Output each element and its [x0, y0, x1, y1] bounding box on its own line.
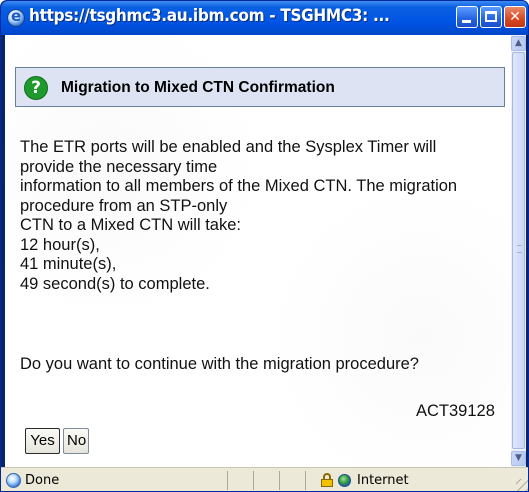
dialog-title: Migration to Mixed CTN Confirmation	[61, 79, 335, 96]
message-line: provide the necessary time	[20, 157, 218, 176]
close-button[interactable]: ✕	[504, 6, 526, 28]
maximize-button[interactable]	[480, 6, 502, 28]
question-icon: ?	[24, 76, 48, 100]
chevron-down-icon: ▼	[515, 453, 522, 463]
globe-icon	[338, 474, 351, 487]
message-line: 49 second(s) to complete.	[20, 274, 210, 293]
status-divider	[279, 471, 280, 490]
resize-grip-icon[interactable]	[516, 479, 528, 491]
ie-page-icon	[7, 7, 25, 27]
scroll-up-button[interactable]: ▲	[511, 36, 526, 51]
maximize-icon	[485, 11, 497, 22]
minimize-button[interactable]	[456, 6, 478, 28]
close-icon: ✕	[509, 9, 521, 25]
message-id: ACT39128	[416, 402, 495, 420]
message-line: The ETR ports will be enabled and the Sy…	[20, 138, 437, 156]
title-bar[interactable]: https://tsghmc3.au.ibm.com - TSGHMC3: ..…	[1, 1, 528, 35]
status-text: Done	[25, 473, 60, 488]
chevron-up-icon: ▲	[515, 38, 522, 48]
browser-popup-window: https://tsghmc3.au.ibm.com - TSGHMC3: ..…	[0, 0, 529, 492]
message-line: procedure from an STP-only	[20, 196, 228, 215]
grip-icon	[517, 245, 522, 253]
status-divider	[253, 471, 254, 490]
message-line: information to all members of the Mixed …	[20, 177, 458, 195]
scrollbar-thumb[interactable]	[512, 52, 525, 449]
status-divider	[305, 471, 306, 490]
scroll-down-button[interactable]: ▼	[511, 451, 526, 466]
vertical-scrollbar[interactable]: ▲ ▼	[511, 35, 526, 467]
dialog-content: ? Migration to Mixed CTN Confirmation Th…	[5, 35, 526, 467]
no-button[interactable]: No	[63, 428, 89, 454]
dialog-header: ? Migration to Mixed CTN Confirmation	[15, 67, 505, 107]
confirmation-message: The ETR ports will be enabled and the Sy…	[20, 138, 510, 294]
ie-page-icon	[6, 473, 21, 488]
status-bar: Done Internet	[1, 467, 528, 491]
minimize-icon	[462, 20, 471, 23]
security-zone: Internet	[357, 473, 409, 488]
yes-button[interactable]: Yes	[25, 428, 60, 454]
window-title: https://tsghmc3.au.ibm.com - TSGHMC3: ..…	[29, 6, 390, 26]
message-line: CTN to a Mixed CTN will take:	[20, 216, 241, 234]
status-divider	[227, 471, 228, 490]
confirmation-question: Do you want to continue with the migrati…	[20, 355, 419, 373]
message-line: 41 minute(s),	[20, 255, 117, 273]
message-line: 12 hour(s),	[20, 235, 100, 254]
lock-icon[interactable]	[321, 473, 333, 487]
